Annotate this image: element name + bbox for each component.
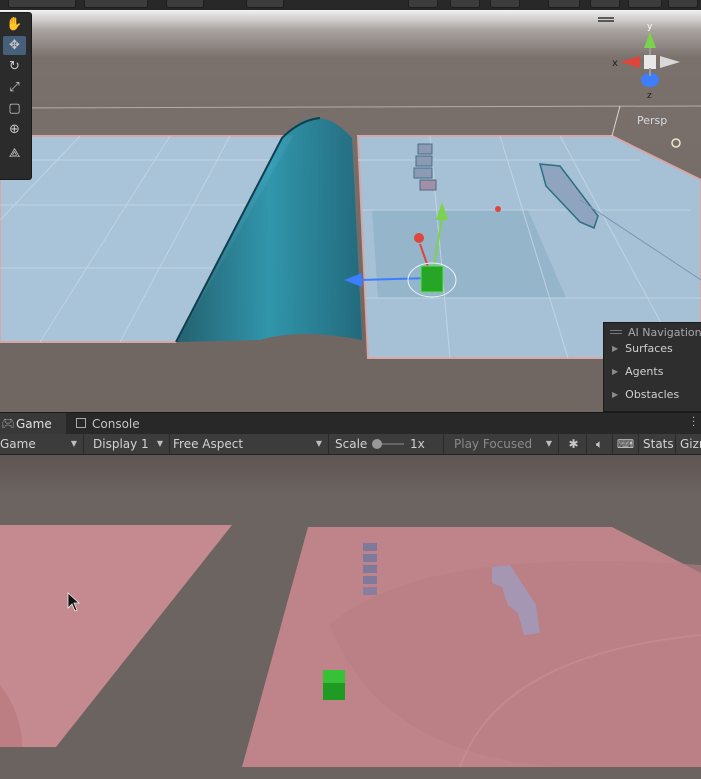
- expand-triangle-icon: ▶: [612, 344, 619, 353]
- gizmo-x-label: x: [612, 58, 618, 69]
- projection-label[interactable]: Persp: [637, 114, 667, 127]
- ai-nav-item-surfaces[interactable]: ▶ Surfaces: [612, 342, 673, 355]
- pivot-toggle[interactable]: [8, 0, 76, 8]
- game-tab-bar: 🎮︎ Game Console · · ·: [0, 412, 701, 435]
- scale-icon: ⤢: [9, 80, 20, 95]
- gizmo-y-label: y: [647, 22, 653, 32]
- layers-button[interactable]: [628, 0, 662, 8]
- rect-tool[interactable]: ▢: [3, 99, 26, 118]
- gizmos-button[interactable]: Gizr: [677, 434, 701, 454]
- more-options-icon[interactable]: · · ·: [692, 414, 695, 432]
- audio-button[interactable]: [450, 0, 480, 8]
- rotate-icon: ↻: [9, 59, 20, 74]
- game-toolbar: Game ▼ Display 1 ▼ Free Aspect ▼ Scale 1x P…: [0, 434, 701, 455]
- ai-nav-item-obstacles[interactable]: ▶ Obstacles: [612, 388, 679, 401]
- caret-down-icon: ▼: [156, 439, 163, 448]
- bug-icon: ✱: [568, 437, 579, 451]
- game-stair-obstacle: [363, 543, 377, 595]
- speaker-icon: 🔈︎: [595, 437, 604, 451]
- camera-button[interactable]: [548, 0, 580, 8]
- grid-button[interactable]: [246, 0, 284, 8]
- gizmo-button[interactable]: [590, 0, 620, 8]
- custom-tool[interactable]: ⟁: [3, 144, 26, 163]
- game-view[interactable]: [0, 455, 701, 779]
- gamepad-icon: 🎮︎: [1, 417, 15, 430]
- rotate-tool[interactable]: ↻: [3, 57, 26, 76]
- tool-palette: ✋ ✥ ↻ ⤢ ▢ ⊕ ⟁: [0, 12, 32, 180]
- console-icon: [76, 418, 86, 428]
- play-mode-dropdown[interactable]: Play Focused ▼: [445, 434, 559, 454]
- expand-triangle-icon: ▶: [612, 367, 619, 376]
- move-arrows-icon: ✥: [9, 38, 20, 53]
- lighting-button[interactable]: [408, 0, 438, 8]
- global-toggle[interactable]: [84, 0, 148, 8]
- transform-tool[interactable]: ⊕: [3, 120, 26, 139]
- transform-icon: ⊕: [9, 122, 20, 137]
- scale-value: 1x: [410, 437, 425, 451]
- keyboard-button[interactable]: ⌨: [613, 434, 639, 454]
- expand-triangle-icon: ▶: [612, 390, 619, 399]
- move-tool[interactable]: ✥: [3, 36, 26, 55]
- scale-slider[interactable]: Scale 1x: [330, 434, 444, 454]
- ai-navigation-overlay: AI Navigation ▶ Surfaces ▶ Agents ▶ Obstacl…: [603, 322, 701, 412]
- ai-navigation-title: AI Navigation: [628, 326, 701, 339]
- keyboard-icon: ⌨: [616, 437, 635, 451]
- main-toolbar-strip: [0, 0, 701, 10]
- scene-view[interactable]: y x z Persp: [0, 10, 701, 412]
- custom-tool-icon: ⟁: [8, 146, 21, 161]
- hand-tool[interactable]: ✋: [3, 15, 26, 34]
- game-mode-dropdown[interactable]: Game ▼: [0, 434, 84, 454]
- aspect-dropdown[interactable]: Free Aspect ▼: [171, 434, 329, 454]
- scale-label: Scale: [335, 437, 368, 451]
- mute-audio-button[interactable]: 🔈︎: [587, 434, 613, 454]
- snap-button[interactable]: [166, 0, 204, 8]
- game-viewport[interactable]: [0, 455, 701, 779]
- caret-down-icon: ▼: [70, 439, 77, 448]
- fx-button[interactable]: [490, 0, 520, 8]
- rect-icon: ▢: [8, 101, 21, 116]
- ai-nav-item-agents[interactable]: ▶ Agents: [612, 365, 663, 378]
- hand-icon: ✋: [6, 17, 23, 32]
- visibility-button[interactable]: [668, 0, 698, 8]
- scale-slider-handle[interactable]: [372, 439, 382, 449]
- stats-button[interactable]: Stats: [639, 434, 676, 454]
- caret-down-icon: ▼: [545, 439, 552, 448]
- scene-viewport[interactable]: y x z: [0, 10, 701, 412]
- gizmo-z-label: z: [647, 91, 652, 101]
- display-dropdown[interactable]: Display 1 ▼: [84, 434, 170, 454]
- tab-game[interactable]: 🎮︎ Game: [0, 413, 66, 435]
- bug-button[interactable]: ✱: [561, 434, 587, 454]
- scale-tool[interactable]: ⤢: [3, 78, 26, 97]
- caret-down-icon: ▼: [315, 439, 322, 448]
